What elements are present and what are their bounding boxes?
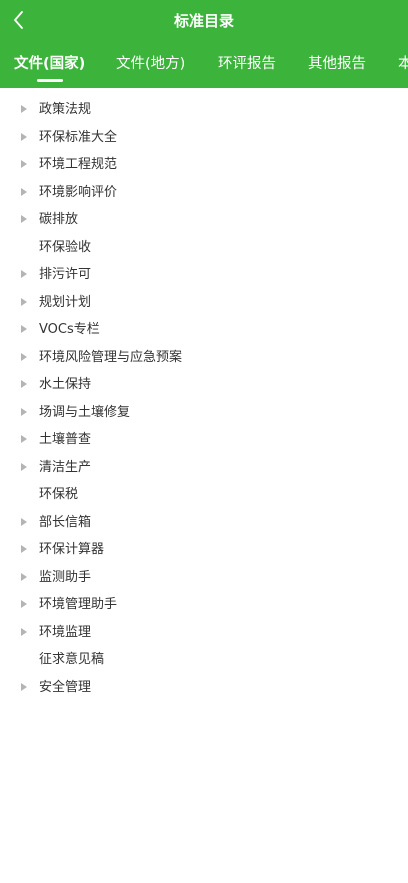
expand-arrow-icon [21,572,27,581]
list-item[interactable]: 政策法规 [0,96,408,124]
expand-arrow-icon [21,105,27,113]
expand-arrow-icon [21,297,27,306]
list-item[interactable]: 环境管理助手 [0,591,408,619]
list-item[interactable]: 环保计算器 [0,536,408,564]
list-item-label: 环境影响评价 [39,184,118,200]
list-item[interactable]: 环境风险管理与应急预案 [0,344,408,372]
list-item-label: 环境管理助手 [39,597,118,612]
list-item-label: 环境风险管理与应急预案 [39,349,183,365]
expand-arrow-icon [21,352,27,361]
list-item-label: 环保标准大全 [39,129,118,145]
list-item[interactable]: 清洁生产 [0,454,408,482]
list-item[interactable]: 部长信箱 [0,509,408,537]
tab-label: 环评报告 [218,56,276,72]
catalog-list: 政策法规 环保标准大全 环境工程规范 环境影响评价 碳排放 环保验收 排污许可 … [0,96,408,701]
list-item-label: 场调与土壤修复 [39,404,131,420]
list-item[interactable]: 环境影响评价 [0,179,408,207]
list-item-label: 环保税 [39,487,79,502]
list-item-label: 碳排放 [39,212,79,227]
list-item-label: 清洁生产 [39,459,92,475]
list-item[interactable]: 碳排放 [0,206,408,234]
list-item-label: 环保计算器 [39,542,105,557]
expand-arrow-icon [21,215,27,223]
expand-arrow-icon [21,682,27,691]
expand-arrow-icon [21,407,27,416]
expand-arrow-icon [21,325,27,333]
list-item-label: 土壤普查 [39,432,92,447]
list-item[interactable]: 环保标准大全 [0,124,408,152]
expand-arrow-icon [21,132,27,141]
expand-arrow-icon [21,435,27,443]
expand-arrow-icon [21,270,27,278]
tab-label: 本 [398,56,408,72]
list-item[interactable]: 排污许可 [0,261,408,289]
expand-arrow-icon [21,600,27,608]
list-item-label: VOCs专栏 [39,322,100,337]
list-item[interactable]: 环保验收 [0,234,408,262]
list-item[interactable]: 环境工程规范 [0,151,408,179]
expand-arrow-icon [21,160,27,168]
expand-arrow-icon [21,187,27,196]
list-item[interactable]: 安全管理 [0,674,408,702]
list-item-label: 部长信箱 [39,514,92,530]
tab-eia-reports[interactable]: 环评报告 [218,50,276,88]
list-item-label: 环境监理 [39,624,92,640]
list-item[interactable]: 场调与土壤修复 [0,399,408,427]
tab-label: 文件(地方) [116,56,186,72]
active-tab-indicator [36,79,63,82]
list-item-label: 监测助手 [39,569,92,585]
list-item-label: 环境工程规范 [39,157,118,172]
expand-arrow-icon [21,627,27,636]
list-item-label: 政策法规 [39,102,92,117]
tab-other-reports[interactable]: 其他报告 [308,50,366,88]
top-bar: 标准目录 [0,0,408,42]
category-tabs: 文件(国家) 文件(地方) 环评报告 其他报告 本 [0,50,408,88]
expand-arrow-icon [21,380,27,388]
expand-arrow-icon [21,545,27,553]
list-item[interactable]: 规划计划 [0,289,408,317]
list-item-label: 安全管理 [39,679,92,695]
list-item-label: 征求意见稿 [39,652,105,667]
list-item[interactable]: 环境监理 [0,619,408,647]
list-item[interactable]: 环保税 [0,481,408,509]
expand-arrow-icon [21,462,27,471]
list-item-label: 环保验收 [39,239,92,255]
list-item-label: 排污许可 [39,267,92,282]
list-item-label: 水土保持 [39,377,92,392]
list-item[interactable]: 土壤普查 [0,426,408,454]
tab-label: 其他报告 [308,56,366,72]
tab-label: 文件(国家) [14,56,86,72]
tab-partial[interactable]: 本 [398,50,408,88]
list-item[interactable]: 监测助手 [0,564,408,592]
list-item-label: 规划计划 [39,294,92,310]
list-item[interactable]: 征求意见稿 [0,646,408,674]
list-item[interactable]: 水土保持 [0,371,408,399]
list-item[interactable]: VOCs专栏 [0,316,408,344]
app-header: 标准目录 文件(国家) 文件(地方) 环评报告 其他报告 本 [0,0,408,88]
tab-local-files[interactable]: 文件(地方) [116,50,185,88]
page-title: 标准目录 [173,12,234,30]
expand-arrow-icon [21,517,27,526]
tab-national-files[interactable]: 文件(国家) [14,50,85,88]
